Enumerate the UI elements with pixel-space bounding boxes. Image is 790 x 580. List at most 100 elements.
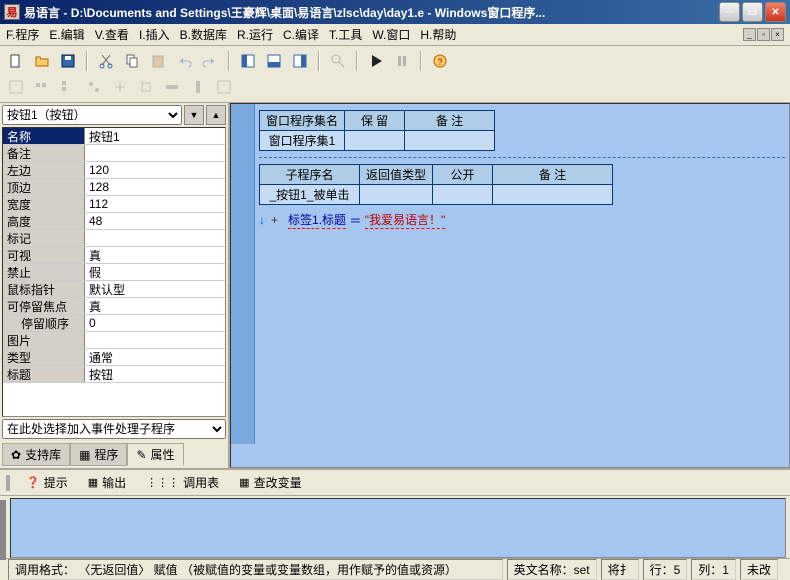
pause-icon[interactable] [390,50,414,72]
property-row[interactable]: 名称按钮1 [3,128,225,145]
menu-view[interactable]: V.查看 [95,26,129,43]
property-row[interactable]: 高度48 [3,213,225,230]
tab-calls[interactable]: ⋮⋮⋮调用表 [136,472,229,493]
menu-database[interactable]: B.数据库 [180,26,227,43]
find-icon[interactable] [326,50,350,72]
tool-b-icon[interactable] [30,76,54,98]
property-value[interactable]: 真 [85,247,225,263]
undo-icon[interactable] [172,50,196,72]
resize-handle[interactable] [0,500,6,560]
property-row[interactable]: 左边120 [3,162,225,179]
tool-a-icon[interactable] [4,76,28,98]
menu-insert[interactable]: I.插入 [139,26,170,43]
redo-icon[interactable] [198,50,222,72]
drag-handle[interactable] [6,475,10,491]
property-row[interactable]: 标题按钮 [3,366,225,383]
app-icon: 易 [4,4,20,20]
property-row[interactable]: 鼠标指针默认型 [3,281,225,298]
close-button[interactable]: ✕ [765,2,786,22]
property-row[interactable]: 停留顺序0 [3,315,225,332]
tool-g-icon[interactable] [160,76,184,98]
property-row[interactable]: 类型通常 [3,349,225,366]
menu-compile[interactable]: C.编译 [283,26,319,43]
tool-c-icon[interactable] [56,76,80,98]
property-value[interactable]: 默认型 [85,281,225,297]
save-icon[interactable] [56,50,80,72]
panel2-icon[interactable] [262,50,286,72]
property-value[interactable] [85,145,225,161]
open-file-icon[interactable] [30,50,54,72]
property-value[interactable]: 128 [85,179,225,195]
tool-f-icon[interactable] [134,76,158,98]
menubar: F.程序 E.编辑 V.查看 I.插入 B.数据库 R.运行 C.编译 T.工具… [0,24,790,46]
property-row[interactable]: 宽度112 [3,196,225,213]
property-name: 图片 [3,332,85,348]
toolbar-area: ? [0,46,790,103]
property-value[interactable]: 48 [85,213,225,229]
tab-vars[interactable]: ▦查改变量 [229,472,311,493]
menu-file[interactable]: F.程序 [6,26,39,43]
property-name: 名称 [3,128,85,144]
tool-e-icon[interactable] [108,76,132,98]
tool-i-icon[interactable] [212,76,236,98]
property-row[interactable]: 禁止假 [3,264,225,281]
property-grid[interactable]: 名称按钮1备注左边120顶边128宽度112高度48标记可视真禁止假鼠标指针默认… [2,127,226,417]
property-row[interactable]: 顶边128 [3,179,225,196]
obj-down-icon[interactable]: ▼ [184,105,204,125]
run-icon[interactable] [364,50,388,72]
bottom-panel: ❓提示 ▦输出 ⋮⋮⋮调用表 ▦查改变量 [0,468,790,558]
property-value[interactable]: 按钮 [85,366,225,382]
menu-edit[interactable]: E.编辑 [49,26,84,43]
property-value[interactable]: 0 [85,315,225,331]
menu-help[interactable]: H.帮助 [420,26,456,43]
help-icon[interactable]: ? [428,50,452,72]
property-row[interactable]: 图片 [3,332,225,349]
property-value[interactable]: 120 [85,162,225,178]
window-title: 易语言 - D:\Documents and Settings\王豪辉\桌面\易… [24,4,719,21]
property-value[interactable] [85,230,225,246]
tab-program[interactable]: ▦ 程序 [70,443,127,466]
doc-restore-button[interactable]: ▫ [757,28,770,41]
status-more: 将扌 [601,559,639,580]
tool-d-icon[interactable] [82,76,106,98]
property-value[interactable] [85,332,225,348]
tool-h-icon[interactable] [186,76,210,98]
property-row[interactable]: 可视真 [3,247,225,264]
minimize-button[interactable]: ─ [719,2,740,22]
status-col: 列：1 [691,559,736,580]
menu-run[interactable]: R.运行 [237,26,273,43]
new-file-icon[interactable] [4,50,28,72]
status-row: 行：5 [643,559,688,580]
object-selector[interactable]: 按钮1（按钮） [2,105,182,125]
property-row[interactable]: 可停留焦点真 [3,298,225,315]
tab-output[interactable]: ▦输出 [78,472,136,493]
doc-close-button[interactable]: × [771,28,784,41]
tab-hint[interactable]: ❓提示 [16,472,78,493]
output-area[interactable] [10,498,786,558]
property-value[interactable]: 按钮1 [85,128,225,144]
paste-icon[interactable] [146,50,170,72]
panel3-icon[interactable] [288,50,312,72]
property-value[interactable]: 112 [85,196,225,212]
property-name: 可停留焦点 [3,298,85,314]
menu-tools[interactable]: T.工具 [329,26,362,43]
property-row[interactable]: 备注 [3,145,225,162]
menu-window[interactable]: W.窗口 [372,26,410,43]
property-row[interactable]: 标记 [3,230,225,247]
property-value[interactable]: 假 [85,264,225,280]
doc-minimize-button[interactable]: _ [743,28,756,41]
property-name: 顶边 [3,179,85,195]
code-editor[interactable]: 窗口程序集名保 留备 注 窗口程序集1 子程序名返回值类型公开备 注 _按钮1_… [230,103,790,468]
maximize-button[interactable]: ▭ [742,2,763,22]
panel1-icon[interactable] [236,50,260,72]
copy-icon[interactable] [120,50,144,72]
cut-icon[interactable] [94,50,118,72]
tab-library[interactable]: ✿ 支持库 [2,443,70,466]
obj-up-icon[interactable]: ▲ [206,105,226,125]
code-line[interactable]: ↓ + 标签1.标题 ＝ "我爱易语言！" [259,211,785,229]
property-name: 鼠标指针 [3,281,85,297]
property-value[interactable]: 通常 [85,349,225,365]
property-value[interactable]: 真 [85,298,225,314]
tab-properties[interactable]: ✎ 属性 [127,443,183,466]
event-selector[interactable]: 在此处选择加入事件处理子程序 [2,419,226,439]
